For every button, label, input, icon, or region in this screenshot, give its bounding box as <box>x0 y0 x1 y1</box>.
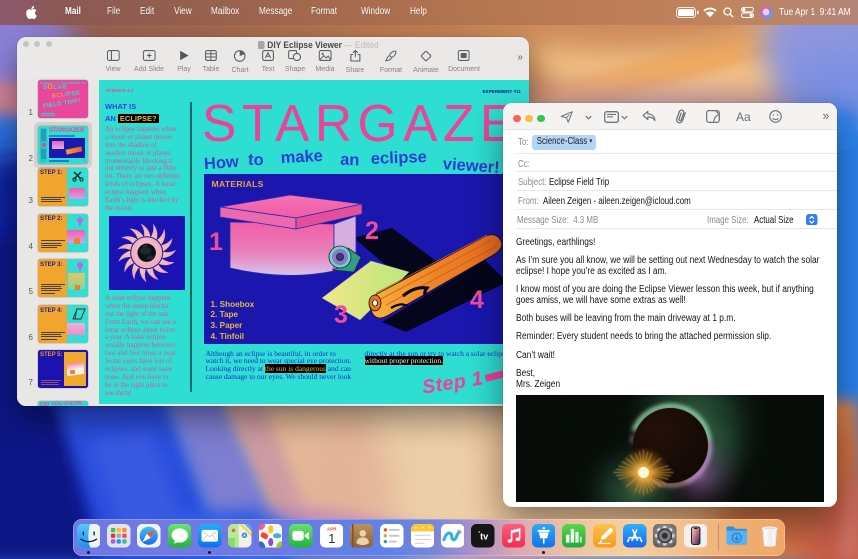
svg-text:4: 4 <box>470 286 484 314</box>
svg-text:1: 1 <box>209 228 223 256</box>
svg-text:1: 1 <box>328 531 335 546</box>
svg-text:2: 2 <box>365 217 379 245</box>
svg-text:tv: tv <box>480 532 489 542</box>
svg-text:3: 3 <box>334 301 348 329</box>
